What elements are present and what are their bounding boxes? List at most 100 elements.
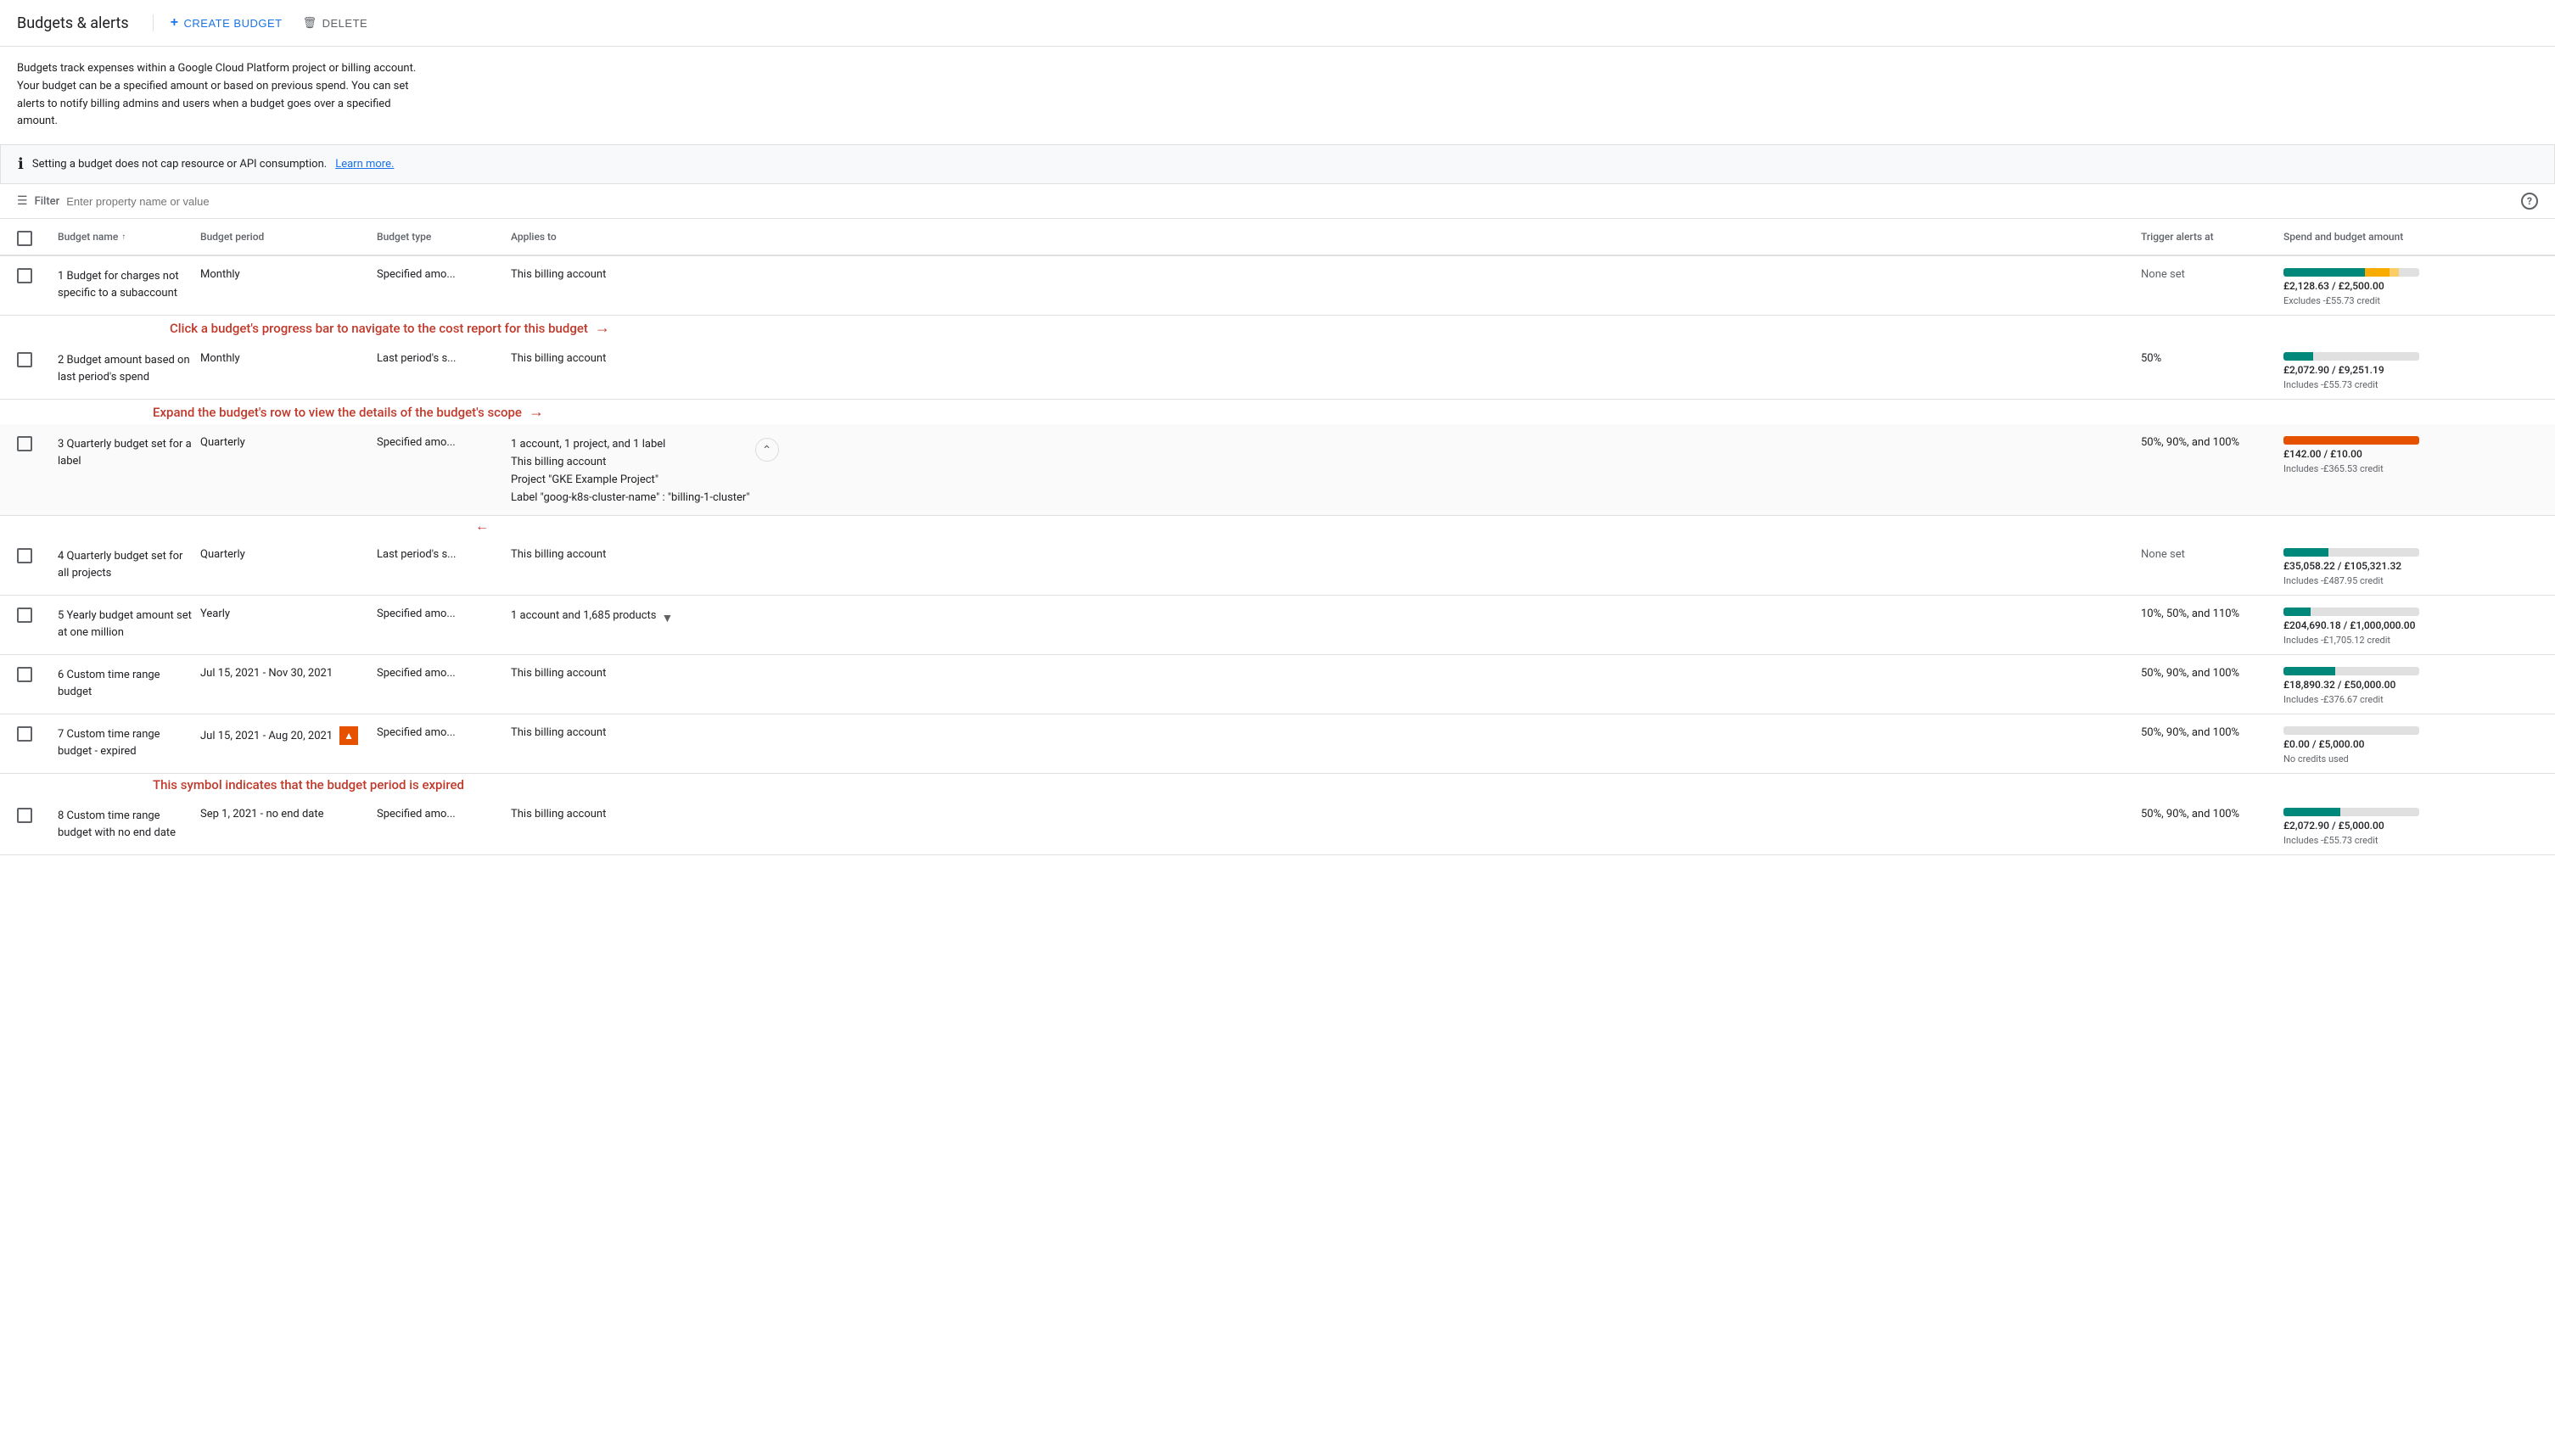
expired-annotation-text: This symbol indicates that the budget pe…: [153, 777, 464, 792]
row3-applies-line2: This billing account: [511, 454, 750, 472]
table-row: 2 Budget amount based on last period's s…: [0, 340, 2555, 400]
delete-button[interactable]: 🗑 DELETE: [293, 11, 378, 35]
col-spend: Spend and budget amount: [2283, 231, 2538, 243]
row5-note: Includes -£1,705.12 credit: [2283, 635, 2538, 646]
row1-type: Specified amo...: [377, 265, 504, 281]
info-text: Setting a budget does not cap resource o…: [32, 158, 327, 171]
row3-checkbox[interactable]: [17, 433, 51, 451]
row3-progress-bar[interactable]: [2283, 436, 2419, 445]
row3-period: Quarterly: [200, 433, 370, 449]
table-row: 8 Custom time range budget with no end d…: [0, 796, 2555, 855]
bar-annotation-text: Click a budget's progress bar to navigat…: [170, 321, 588, 336]
row7-trigger: 50%, 90%, and 100%: [2141, 723, 2277, 739]
row4-checkbox[interactable]: [17, 545, 51, 563]
col-trigger-alerts: Trigger alerts at: [2141, 231, 2277, 243]
learn-more-link[interactable]: Learn more.: [335, 158, 394, 171]
row5-checkbox[interactable]: [17, 604, 51, 623]
row5-trigger: 10%, 50%, and 110%: [2141, 604, 2277, 620]
row8-period: Sep 1, 2021 - no end date: [200, 804, 370, 820]
row5-chevron-down[interactable]: ▼: [662, 611, 674, 625]
row4-progress-bar[interactable]: [2283, 548, 2419, 557]
expand-arrow-icon: →: [529, 403, 544, 421]
row4-amount: £35,058.22 / £105,321.32: [2283, 560, 2538, 572]
row3-trigger: 50%, 90%, and 100%: [2141, 433, 2277, 449]
row2-note: Includes -£55.73 credit: [2283, 379, 2538, 390]
row5-name: 5 Yearly budget amount set at one millio…: [58, 604, 193, 641]
row1-trigger: None set: [2141, 265, 2277, 281]
row4-applies-to: This billing account: [511, 545, 2134, 561]
row3-spend: £142.00 / £10.00 Includes -£365.53 credi…: [2283, 433, 2538, 474]
select-all-checkbox[interactable]: [17, 227, 51, 246]
row3-applies-line3: Project "GKE Example Project": [511, 472, 750, 490]
row6-type: Specified amo...: [377, 664, 504, 680]
help-icon[interactable]: ?: [2521, 193, 2538, 210]
row7-spend: £0.00 / £5,000.00 No credits used: [2283, 723, 2538, 764]
row2-applies-to: This billing account: [511, 349, 2134, 365]
row1-name: 1 Budget for charges not specific to a s…: [58, 265, 193, 301]
col-spend-label: Spend and budget amount: [2283, 231, 2403, 243]
row6-applies-to: This billing account: [511, 664, 2134, 680]
filter-input[interactable]: [66, 195, 2514, 208]
col-applies-to-label: Applies to: [511, 231, 557, 243]
row3-collapse-button[interactable]: ⌃: [755, 438, 779, 462]
row5-applies-to: 1 account and 1,685 products ▼: [511, 604, 2134, 625]
row5-progress-bar[interactable]: [2283, 608, 2419, 616]
row6-checkbox[interactable]: [17, 664, 51, 682]
col-budget-period-label: Budget period: [200, 231, 264, 243]
sort-arrow: ↑: [121, 232, 126, 242]
row6-period: Jul 15, 2021 - Nov 30, 2021: [200, 664, 370, 680]
row8-spend: £2,072.90 / £5,000.00 Includes -£55.73 c…: [2283, 804, 2538, 846]
row5-period: Yearly: [200, 604, 370, 620]
row8-name: 8 Custom time range budget with no end d…: [58, 804, 193, 841]
table-row-expanded: 3 Quarterly budget set for a label Quart…: [0, 424, 2555, 516]
expand-annotation: Expand the budget's row to view the deta…: [0, 400, 2555, 424]
row5-spend: £204,690.18 / £1,000,000.00 Includes -£1…: [2283, 604, 2538, 646]
row3-applies-line4: Label "goog-k8s-cluster-name" : "billing…: [511, 490, 750, 507]
row2-progress-bar[interactable]: [2283, 352, 2419, 361]
row2-spend: £2,072.90 / £9,251.19 Includes -£55.73 c…: [2283, 349, 2538, 390]
row1-applies-to: This billing account: [511, 265, 2134, 281]
row7-period-text: Jul 15, 2021 - Aug 20, 2021: [200, 730, 333, 742]
row1-progress-bar[interactable]: [2283, 268, 2419, 277]
row3-name: 3 Quarterly budget set for a label: [58, 433, 193, 469]
row2-checkbox[interactable]: [17, 349, 51, 367]
row8-checkbox[interactable]: [17, 804, 51, 823]
col-budget-period: Budget period: [200, 231, 370, 243]
row2-name: 2 Budget amount based on last period's s…: [58, 349, 193, 385]
row8-type: Specified amo...: [377, 804, 504, 820]
row8-amount: £2,072.90 / £5,000.00: [2283, 820, 2538, 832]
table-row: 5 Yearly budget amount set at one millio…: [0, 596, 2555, 655]
page-header: Budgets & alerts + CREATE BUDGET 🗑 DELET…: [0, 0, 2555, 47]
row7-name: 7 Custom time range budget - expired: [58, 723, 193, 759]
table-row: 6 Custom time range budget Jul 15, 2021 …: [0, 655, 2555, 714]
row7-type: Specified amo...: [377, 723, 504, 739]
row8-note: Includes -£55.73 credit: [2283, 835, 2538, 846]
delete-label: DELETE: [322, 17, 368, 30]
row3-applies-line1: 1 account, 1 project, and 1 label: [511, 436, 750, 454]
row2-amount: £2,072.90 / £9,251.19: [2283, 364, 2538, 376]
expand-annotation-text: Expand the budget's row to view the deta…: [153, 405, 522, 420]
table-row: 7 Custom time range budget - expired Jul…: [0, 714, 2555, 774]
trash-icon: 🗑: [303, 16, 317, 30]
col-budget-type-label: Budget type: [377, 231, 431, 243]
row8-progress-bar[interactable]: [2283, 808, 2419, 816]
page-description: Budgets track expenses within a Google C…: [0, 47, 441, 144]
expired-annotation: This symbol indicates that the budget pe…: [0, 774, 2555, 796]
table-row: 4 Quarterly budget set for all projects …: [0, 536, 2555, 596]
table-row: 1 Budget for charges not specific to a s…: [0, 256, 2555, 316]
row3-applies-to: 1 account, 1 project, and 1 label This b…: [511, 433, 2134, 507]
row6-progress-bar[interactable]: [2283, 667, 2419, 675]
row4-note: Includes -£487.95 credit: [2283, 575, 2538, 586]
expired-icon[interactable]: ▲: [339, 726, 358, 745]
row7-progress-bar[interactable]: [2283, 726, 2419, 735]
row6-trigger: 50%, 90%, and 100%: [2141, 664, 2277, 680]
row7-checkbox[interactable]: [17, 723, 51, 742]
create-budget-button[interactable]: + CREATE BUDGET: [160, 10, 293, 36]
col-budget-name[interactable]: Budget name ↑: [58, 231, 193, 243]
right-arrow-icon: →: [595, 319, 610, 337]
row1-checkbox[interactable]: [17, 265, 51, 283]
create-budget-label: CREATE BUDGET: [184, 17, 283, 30]
bar-annotation: Click a budget's progress bar to navigat…: [0, 316, 2555, 340]
col-budget-name-label: Budget name: [58, 231, 118, 243]
col-applies-to: Applies to: [511, 231, 2134, 243]
